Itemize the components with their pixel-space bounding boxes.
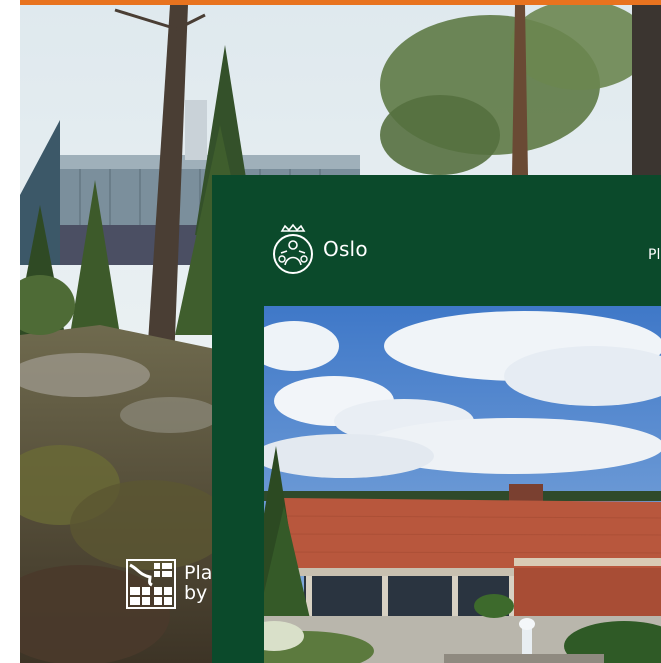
nav-item-partial[interactable]: Pl (648, 247, 660, 263)
brick-building-illustration (264, 306, 661, 663)
plan-and-building-logo: Pla by (126, 559, 212, 609)
oslo-page-card: Oslo Pl (212, 175, 661, 663)
oslo-brand[interactable]: Oslo (271, 223, 368, 275)
logo-wordmark: Pla by (184, 559, 212, 603)
oslo-emblem-icon (273, 223, 313, 274)
brick-building-photo (264, 306, 661, 663)
logo-line-1: Pla (184, 562, 213, 584)
page-viewport: Pla by Oslo Pl (0, 0, 661, 663)
logo-line-2: by (184, 582, 208, 604)
city-plan-grid-icon (126, 559, 176, 609)
brand-name: Oslo (323, 237, 368, 261)
